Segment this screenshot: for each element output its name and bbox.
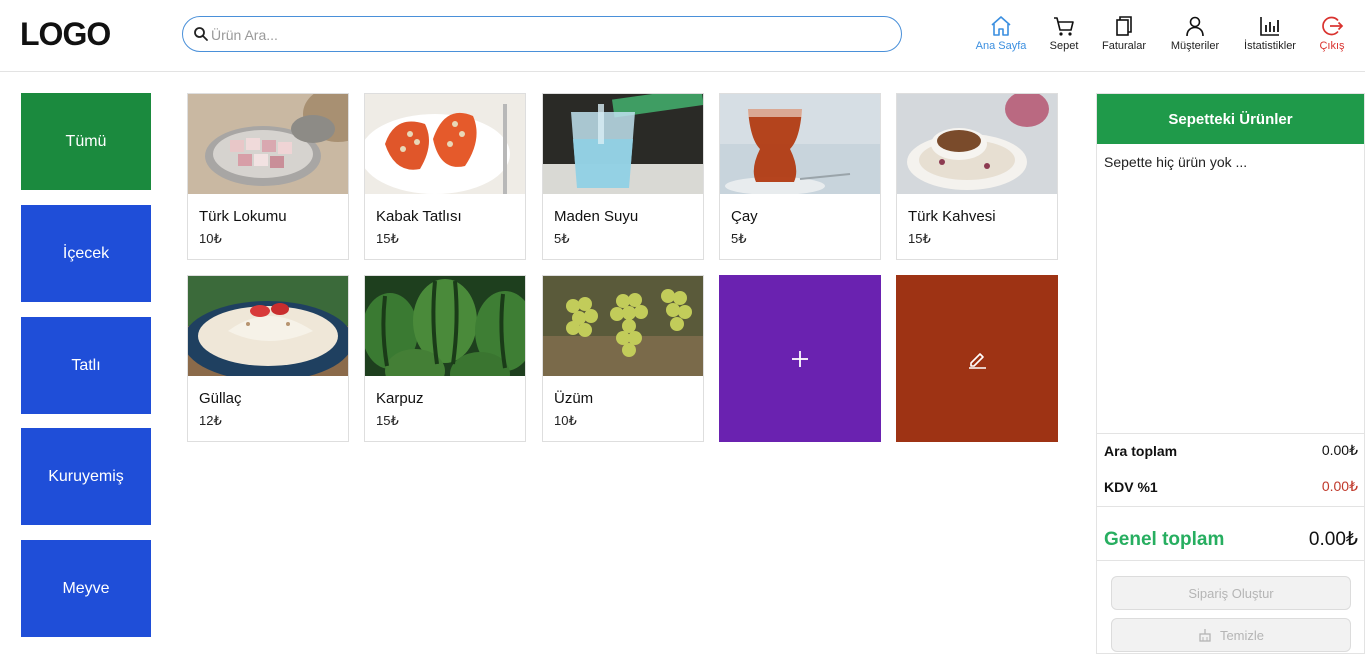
create-order-label: Sipariş Oluştur xyxy=(1188,585,1274,601)
nav-customers[interactable]: Müşteriler xyxy=(1155,14,1235,52)
product-image-turkish-delight xyxy=(188,94,348,194)
product-name: Türk Lokumu xyxy=(199,208,287,225)
product-card[interactable]: Güllaç 12₺ xyxy=(187,275,349,442)
nav-statistics-label: İstatistikler xyxy=(1244,40,1296,52)
product-image-mineral-water xyxy=(543,94,703,194)
product-price: 15₺ xyxy=(908,231,931,246)
product-price: 10₺ xyxy=(199,231,222,246)
product-name: Çay xyxy=(731,208,758,225)
product-image-grapes xyxy=(543,276,703,376)
top-bar: LOGO Ana Sayfa Sepet Faturalar xyxy=(0,0,1365,72)
category-nuts[interactable]: Kuruyemiş xyxy=(21,428,151,525)
edit-icon xyxy=(969,352,986,369)
divider xyxy=(1097,433,1365,434)
invoice-icon xyxy=(1116,16,1132,36)
cart-title: Sepetteki Ürünler xyxy=(1097,94,1364,144)
subtotal-row: Ara toplam 0.00₺ xyxy=(1104,442,1358,459)
product-price: 15₺ xyxy=(376,231,399,246)
user-icon xyxy=(1186,16,1204,37)
edit-products-button[interactable] xyxy=(896,275,1058,442)
product-name: Karpuz xyxy=(376,390,424,407)
cart-panel: Sepetteki Ürünler Sepette hiç ürün yok .… xyxy=(1096,93,1365,654)
product-price: 10₺ xyxy=(554,413,577,428)
home-icon xyxy=(991,16,1011,36)
create-order-button[interactable]: Sipariş Oluştur xyxy=(1111,576,1351,610)
cart-icon xyxy=(1054,17,1074,36)
vat-row: KDV %1 0.00₺ xyxy=(1104,478,1358,495)
product-name: Kabak Tatlısı xyxy=(376,208,462,225)
product-image-pumpkin-dessert xyxy=(365,94,525,194)
product-card[interactable]: Kabak Tatlısı 15₺ xyxy=(364,93,526,260)
nav-cart-label: Sepet xyxy=(1049,40,1079,52)
category-all[interactable]: Tümü xyxy=(21,93,151,190)
search-box[interactable] xyxy=(182,16,902,52)
product-card[interactable]: Çay 5₺ xyxy=(719,93,881,260)
grand-total-value: 0.00₺ xyxy=(1308,529,1358,550)
grand-total-row: Genel toplam 0.00₺ xyxy=(1104,528,1358,551)
logo[interactable]: LOGO xyxy=(20,16,111,53)
subtotal-label: Ara toplam xyxy=(1104,442,1178,459)
nav-invoices[interactable]: Faturalar xyxy=(1084,14,1164,52)
subtotal-value: 0.00₺ xyxy=(1321,442,1358,458)
product-card[interactable]: Karpuz 15₺ xyxy=(364,275,526,442)
divider xyxy=(1097,560,1365,561)
clear-cart-label: Temizle xyxy=(1219,627,1265,643)
broom-icon xyxy=(1199,629,1211,642)
vat-value: 0.00₺ xyxy=(1321,478,1358,494)
product-image-watermelon xyxy=(365,276,525,376)
category-desserts[interactable]: Tatlı xyxy=(21,317,151,414)
grand-total-label: Genel toplam xyxy=(1104,528,1225,550)
cart-empty-message: Sepette hiç ürün yok ... xyxy=(1104,154,1248,170)
product-name: Üzüm xyxy=(554,390,594,407)
stats-icon xyxy=(1260,17,1279,36)
divider xyxy=(1097,506,1365,507)
nav-customers-label: Müşteriler xyxy=(1170,40,1220,52)
product-price: 5₺ xyxy=(554,231,570,246)
product-image-tea xyxy=(720,94,880,194)
product-name: Maden Suyu xyxy=(554,208,639,225)
product-price: 5₺ xyxy=(731,231,747,246)
product-card[interactable]: Maden Suyu 5₺ xyxy=(542,93,704,260)
clear-cart-button[interactable]: Temizle xyxy=(1111,618,1351,652)
search-icon xyxy=(194,27,208,41)
product-name: Türk Kahvesi xyxy=(908,208,996,225)
category-drinks[interactable]: İçecek xyxy=(21,205,151,302)
vat-label: KDV %1 xyxy=(1104,478,1158,495)
product-card[interactable]: Türk Kahvesi 15₺ xyxy=(896,93,1058,260)
nav-logout[interactable]: Çıkış xyxy=(1292,14,1365,52)
search-input[interactable] xyxy=(211,23,891,47)
logout-icon xyxy=(1322,16,1344,36)
plus-icon xyxy=(792,350,808,367)
nav-invoices-label: Faturalar xyxy=(1101,40,1147,52)
product-price: 15₺ xyxy=(376,413,399,428)
nav-home-label: Ana Sayfa xyxy=(975,40,1027,52)
add-product-button[interactable] xyxy=(719,275,881,442)
product-name: Güllaç xyxy=(199,390,242,407)
product-price: 12₺ xyxy=(199,413,222,428)
product-card[interactable]: Üzüm 10₺ xyxy=(542,275,704,442)
product-image-gullac xyxy=(188,276,348,376)
product-card[interactable]: Türk Lokumu 10₺ xyxy=(187,93,349,260)
category-fruit[interactable]: Meyve xyxy=(21,540,151,637)
product-image-turkish-coffee xyxy=(897,94,1057,194)
nav-logout-label: Çıkış xyxy=(1319,40,1345,52)
